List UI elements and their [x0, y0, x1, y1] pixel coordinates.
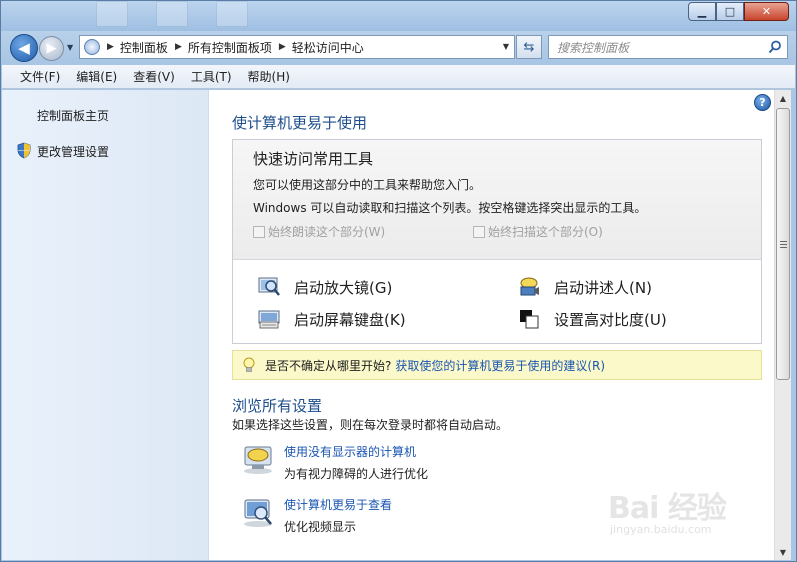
help-icon[interactable]: ?: [754, 94, 771, 111]
quick-access-intro: 您可以使用这部分中的工具来帮助您入门。: [253, 178, 482, 192]
breadcrumb-control-panel[interactable]: 控制面板: [120, 39, 168, 56]
navigation-bar: ◀ ▶ ▼ ▶ 控制面板 ▶ 所有控制面板项 ▶ 轻松访问中心 ▼ ⇆ 搜索控制…: [1, 31, 796, 63]
scrollbar-grip: [780, 241, 787, 248]
make-computer-easier-to-see-link[interactable]: 使计算机更易于查看: [284, 496, 392, 513]
use-computer-without-display-desc: 为有视力障碍的人进行优化: [284, 467, 429, 481]
sidebar-item-change-admin-settings[interactable]: 更改管理设置: [37, 143, 109, 160]
start-onscreen-keyboard-label: 启动屏幕键盘(K): [294, 310, 406, 329]
search-placeholder: 搜索控制面板: [557, 40, 630, 55]
menu-file[interactable]: 文件(F): [20, 68, 60, 85]
scroll-up-arrow-icon[interactable]: ▲: [775, 90, 791, 106]
quick-access-title: 快速访问常用工具: [253, 150, 374, 168]
keyboard-icon: [258, 310, 280, 329]
start-magnifier-link[interactable]: 启动放大镜(G): [258, 276, 392, 298]
always-scan-label: 始终扫描这个部分(O): [488, 225, 603, 239]
page-title: 使计算机更易于使用: [232, 114, 368, 132]
chevron-right-icon[interactable]: ▶: [279, 42, 286, 52]
vertical-scrollbar[interactable]: ▲ ▼: [774, 90, 791, 560]
uac-shield-icon: [17, 142, 31, 159]
scroll-down-arrow-icon[interactable]: ▼: [775, 544, 791, 560]
computer-without-display-icon: [244, 446, 272, 474]
title-bar: ▁ □ ✕: [1, 1, 796, 31]
set-high-contrast-link[interactable]: 设置高对比度(U): [518, 308, 667, 330]
sidebar: 控制面板主页 更改管理设置: [2, 90, 209, 560]
start-narrator-label: 启动讲述人(N): [554, 278, 652, 297]
suggestion-text: 是否不确定从哪里开始?: [265, 358, 392, 373]
baidu-jingyan-watermark: Bai 经验 jingyan.baidu.com: [606, 483, 756, 543]
close-button[interactable]: ✕: [744, 2, 789, 21]
high-contrast-icon: [520, 310, 539, 329]
watermark-logo: Bai 经验: [608, 491, 727, 526]
watermark-url: jingyan.baidu.com: [610, 523, 712, 536]
refresh-button[interactable]: ⇆: [516, 35, 542, 59]
menu-tools[interactable]: 工具(T): [191, 68, 232, 85]
breadcrumb-all-items[interactable]: 所有控制面板项: [188, 39, 272, 56]
window-controls: ▁ □ ✕: [688, 2, 789, 21]
menu-edit[interactable]: 编辑(E): [76, 68, 117, 85]
chevron-right-icon[interactable]: ▶: [175, 42, 182, 52]
scrollbar-thumb[interactable]: [776, 108, 790, 380]
quick-access-panel: 快速访问常用工具 您可以使用这部分中的工具来帮助您入门。 Windows 可以自…: [232, 139, 762, 344]
refresh-icon: ⇆: [523, 39, 535, 55]
always-scan-checkbox[interactable]: 始终扫描这个部分(O): [473, 223, 603, 240]
address-dropdown-icon[interactable]: ▼: [503, 42, 509, 51]
use-computer-without-display-link[interactable]: 使用没有显示器的计算机: [284, 443, 416, 460]
always-read-checkbox[interactable]: 始终朗读这个部分(W): [253, 223, 385, 240]
minimize-button[interactable]: ▁: [688, 2, 716, 21]
start-magnifier-label: 启动放大镜(G): [294, 278, 393, 297]
forward-button[interactable]: ▶: [39, 36, 64, 61]
search-icon[interactable]: [768, 40, 782, 54]
menu-help[interactable]: 帮助(H): [248, 68, 290, 85]
always-read-label: 始终朗读这个部分(W): [268, 225, 386, 239]
address-bar[interactable]: ▶ 控制面板 ▶ 所有控制面板项 ▶ 轻松访问中心 ▼: [79, 35, 515, 59]
menu-view[interactable]: 查看(V): [133, 68, 175, 85]
maximize-button[interactable]: □: [716, 2, 744, 21]
suggestion-bar: 是否不确定从哪里开始? 获取使您的计算机更易于使用的建议(R): [232, 350, 762, 380]
chevron-right-icon[interactable]: ▶: [107, 42, 114, 52]
browse-settings-description: 如果选择这些设置，则在每次登录时都将自动启动。: [232, 418, 509, 432]
background-thumbnails: [96, 1, 306, 29]
breadcrumb-ease-of-access[interactable]: 轻松访问中心: [292, 39, 364, 56]
browse-settings-heading: 浏览所有设置: [232, 397, 323, 415]
checkbox-box[interactable]: [253, 225, 265, 238]
lightbulb-icon: [243, 357, 255, 372]
start-onscreen-keyboard-link[interactable]: 启动屏幕键盘(K): [258, 308, 406, 330]
control-panel-icon: [84, 39, 100, 55]
explorer-window: ▁ □ ✕ ◀ ▶ ▼ ▶ 控制面板 ▶ 所有控制面板项 ▶ 轻松访问中心 ▼ …: [0, 0, 797, 562]
recent-pages-dropdown-icon[interactable]: ▼: [67, 43, 73, 52]
set-high-contrast-label: 设置高对比度(U): [554, 310, 667, 329]
quick-access-hint: Windows 可以自动读取和扫描这个列表。按空格键选择突出显示的工具。: [253, 201, 647, 215]
narrator-icon: [520, 277, 539, 296]
get-recommendations-link[interactable]: 获取使您的计算机更易于使用的建议(R): [395, 357, 605, 374]
quick-access-header: 快速访问常用工具 您可以使用这部分中的工具来帮助您入门。 Windows 可以自…: [233, 140, 761, 260]
menu-bar: 文件(F) 编辑(E) 查看(V) 工具(T) 帮助(H): [2, 65, 795, 89]
make-computer-easier-to-see-desc: 优化视频显示: [284, 520, 357, 534]
checkbox-box[interactable]: [473, 225, 485, 238]
make-computer-easier-to-see-icon: [244, 499, 272, 527]
magnifier-icon: [258, 277, 280, 296]
search-input[interactable]: 搜索控制面板: [548, 35, 788, 59]
back-button[interactable]: ◀: [10, 34, 38, 62]
sidebar-item-home[interactable]: 控制面板主页: [37, 107, 109, 124]
start-narrator-link[interactable]: 启动讲述人(N): [518, 276, 652, 298]
